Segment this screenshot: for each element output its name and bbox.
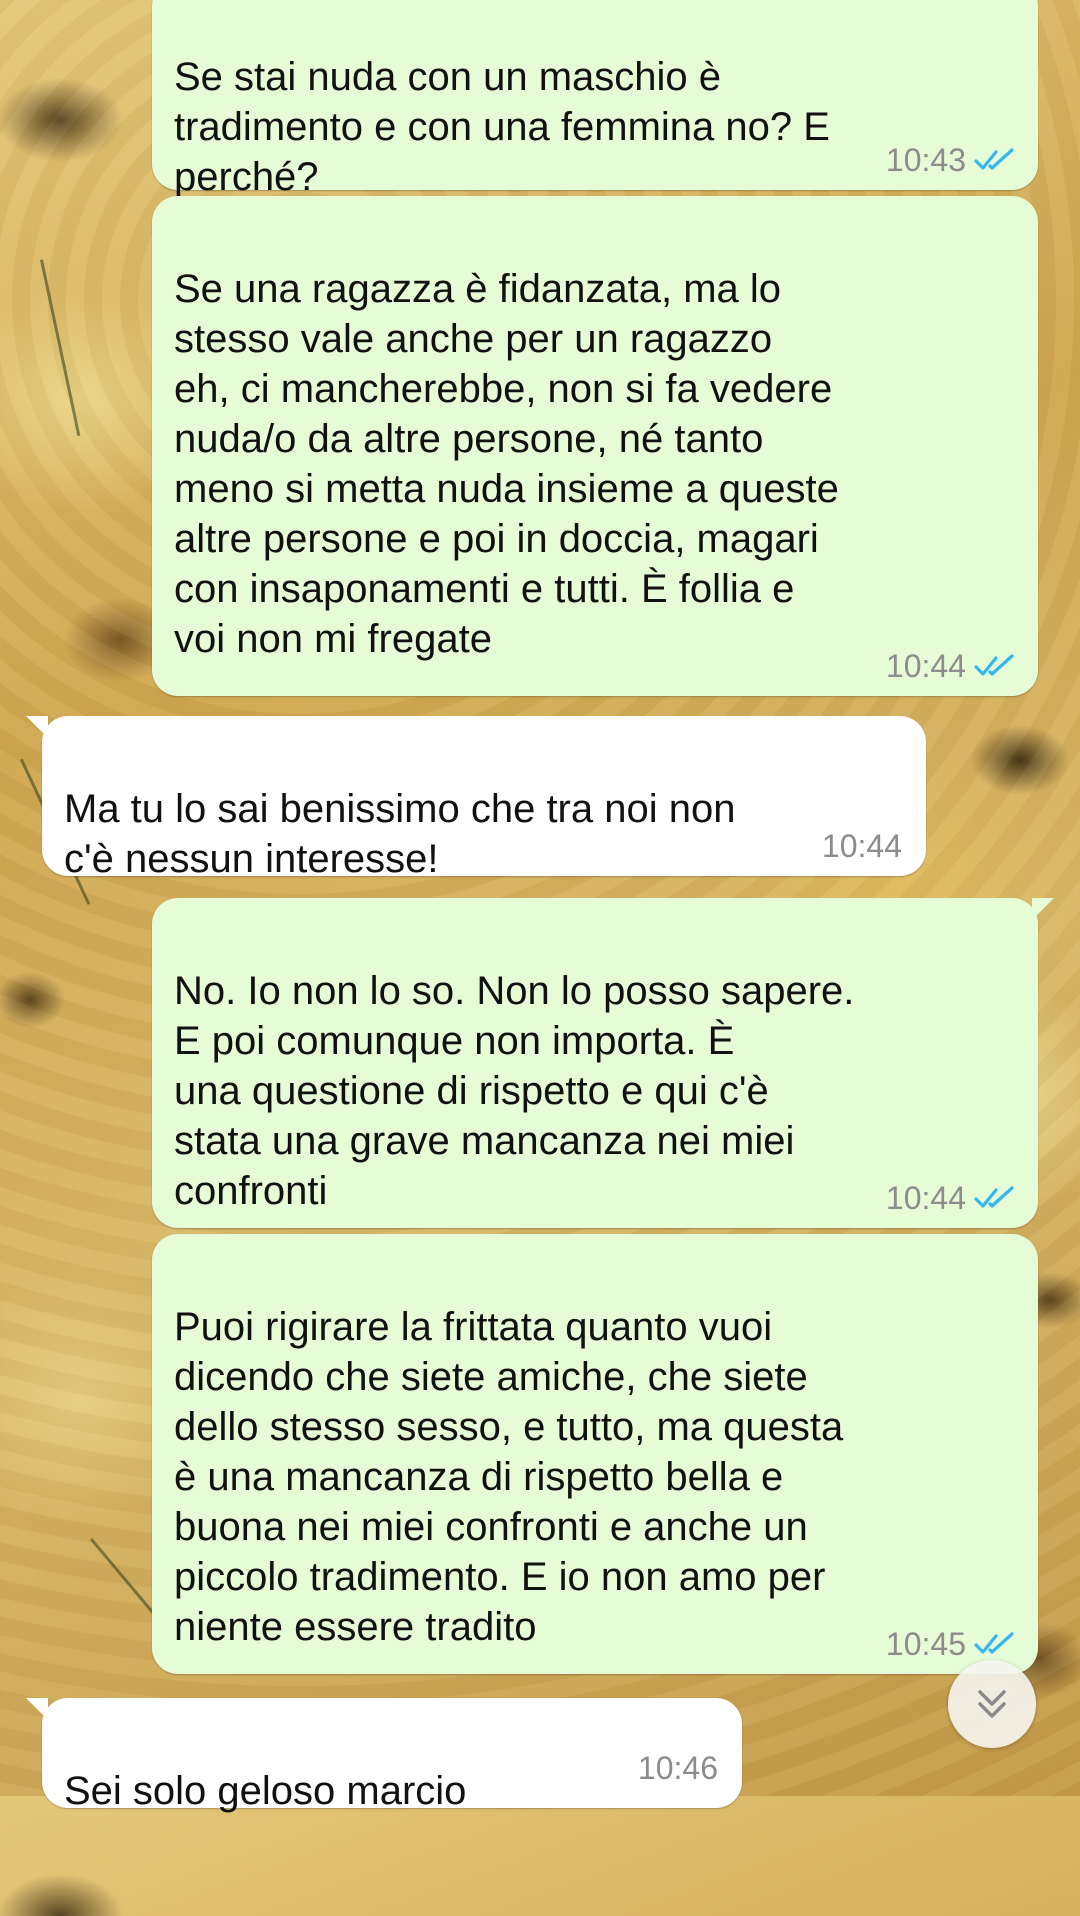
message-meta: 10:43 [886,142,1016,178]
chevron-double-down-icon [978,1690,1006,1718]
message-bubble-outgoing[interactable]: Puoi rigirare la frittata quanto vuoi di… [152,1234,1038,1674]
message-meta: 10:44 [886,1180,1016,1216]
message-bubble-incoming[interactable]: Ma tu lo sai benissimo che tra noi non c… [26,716,926,881]
message-time: 10:45 [885,1626,966,1662]
message-time: 10:44 [885,648,966,684]
message-time: 10:44 [821,828,902,864]
scroll-to-bottom-button[interactable] [948,1660,1036,1748]
message-text: Se una ragazza è fidanzata, ma lo stesso… [174,267,839,661]
message-text: Ma tu lo sai benissimo che tra noi non c… [64,787,736,881]
message-meta: 10:46 [638,1750,718,1786]
double-check-icon [974,654,1014,676]
message-time: 10:43 [885,142,966,178]
double-check-icon [974,1186,1014,1208]
message-bubble-outgoing[interactable]: Se una ragazza è fidanzata, ma lo stesso… [152,196,1038,696]
message-time: 10:44 [885,1180,966,1216]
double-check-icon [974,1632,1014,1654]
message-text: Sei solo geloso marcio [64,1769,467,1813]
message-text: Puoi rigirare la frittata quanto vuoi di… [174,1305,844,1649]
message-meta: 10:44 [886,648,1016,684]
message-meta: 10:45 [886,1626,1016,1662]
message-bubble-outgoing[interactable]: No. Io non lo so. Non lo posso sapere. E… [152,898,1054,1228]
message-time: 10:46 [637,1750,718,1786]
message-text: Se stai nuda con un maschio è tradimento… [174,55,830,199]
message-text: No. Io non lo so. Non lo posso sapere. E… [174,969,855,1213]
message-meta: 10:44 [822,828,902,864]
message-bubble-outgoing[interactable]: Se stai nuda con un maschio è tradimento… [152,0,1038,199]
message-bubble-incoming[interactable]: Sei solo geloso marcio 10:46 [26,1698,742,1813]
double-check-icon [974,148,1014,170]
